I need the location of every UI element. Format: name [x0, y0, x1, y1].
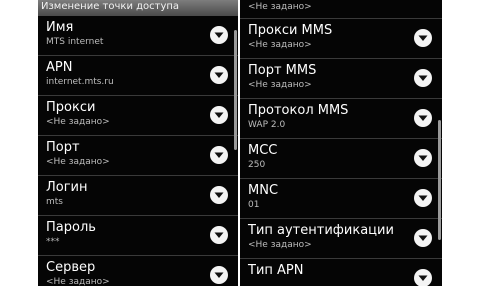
- pref-title: MCC: [248, 143, 278, 158]
- chevron-down-circle-icon[interactable]: [210, 66, 228, 84]
- chevron-down-circle-icon[interactable]: [414, 109, 432, 127]
- pref-summary: 01: [248, 200, 260, 210]
- chevron-down-circle-icon[interactable]: [210, 226, 228, 244]
- pref-apn[interactable]: APN internet.mts.ru: [38, 56, 238, 96]
- chevron-down-circle-icon[interactable]: [210, 146, 228, 164]
- pref-name[interactable]: Имя MTS internet: [38, 16, 238, 56]
- pref-summary: <Не задано>: [248, 80, 312, 90]
- pref-title: Прокси MMS: [248, 23, 333, 38]
- scrollbar[interactable]: [234, 30, 237, 150]
- apn-settings-list-right: <Не задано> Прокси MMS <Не задано> Порт …: [240, 0, 442, 286]
- pref-title: Сервер: [46, 260, 96, 275]
- apn-settings-list-left: Изменение точки доступа Имя MTS internet…: [38, 0, 238, 286]
- pref-summary: MTS internet: [46, 37, 104, 47]
- pref-mms-protocol[interactable]: Протокол MMS WAP 2.0: [240, 99, 442, 139]
- pref-summary: <Не задано>: [248, 2, 312, 12]
- pref-title: Имя: [46, 20, 74, 35]
- pref-port[interactable]: Порт <Не задано>: [38, 136, 238, 176]
- chevron-down-circle-icon[interactable]: [414, 29, 432, 47]
- pref-apn-type[interactable]: Тип APN: [240, 259, 442, 286]
- chevron-down-circle-icon[interactable]: [414, 189, 432, 207]
- chevron-down-circle-icon[interactable]: [210, 106, 228, 124]
- pref-summary: <Не задано>: [46, 117, 110, 127]
- pref-auth-type[interactable]: Тип аутентификации <Не задано>: [240, 219, 442, 259]
- pref-login[interactable]: Логин mts: [38, 176, 238, 216]
- pref-mms-port[interactable]: Порт MMS <Не задано>: [240, 59, 442, 99]
- chevron-down-circle-icon[interactable]: [210, 266, 228, 284]
- chevron-down-circle-icon[interactable]: [210, 26, 228, 44]
- pref-summary: internet.mts.ru: [46, 77, 114, 87]
- chevron-down-circle-icon[interactable]: [414, 69, 432, 87]
- pref-summary: mts: [46, 197, 63, 207]
- pref-title: Логин: [46, 180, 88, 195]
- pref-password[interactable]: Пароль ***: [38, 216, 238, 256]
- pref-title: Тип APN: [248, 263, 304, 278]
- pref-server[interactable]: Сервер <Не задано>: [38, 256, 238, 286]
- pref-summary: <Не задано>: [46, 277, 110, 286]
- pref-title: MNC: [248, 183, 279, 198]
- pref-summary: WAP 2.0: [248, 120, 286, 130]
- pref-title: Тип аутентификации: [248, 223, 394, 238]
- pref-mms-proxy[interactable]: Прокси MMS <Не задано>: [240, 19, 442, 59]
- chevron-down-circle-icon[interactable]: [414, 149, 432, 167]
- pref-title: Прокси: [46, 100, 96, 115]
- chevron-down-circle-icon[interactable]: [414, 229, 432, 247]
- pref-title: Порт: [46, 140, 80, 155]
- pref-summary: 250: [248, 160, 266, 170]
- pref-mcc[interactable]: MCC 250: [240, 139, 442, 179]
- pref-title: Протокол MMS: [248, 103, 349, 118]
- pref-proxy[interactable]: Прокси <Не задано>: [38, 96, 238, 136]
- scrollbar[interactable]: [438, 120, 441, 240]
- pref-summary: <Не задано>: [46, 157, 110, 167]
- pref-mnc[interactable]: MNC 01: [240, 179, 442, 219]
- pref-title: APN: [46, 60, 73, 75]
- screen-title: Изменение точки доступа: [38, 0, 238, 16]
- pref-partial-top[interactable]: <Не задано>: [240, 0, 442, 19]
- pref-title: Порт MMS: [248, 63, 317, 78]
- pref-summary: <Не задано>: [248, 240, 312, 250]
- pref-summary: <Не задано>: [248, 40, 312, 50]
- chevron-down-circle-icon[interactable]: [414, 269, 432, 286]
- pref-summary: ***: [46, 237, 60, 247]
- pref-title: Пароль: [46, 220, 96, 235]
- chevron-down-circle-icon[interactable]: [210, 186, 228, 204]
